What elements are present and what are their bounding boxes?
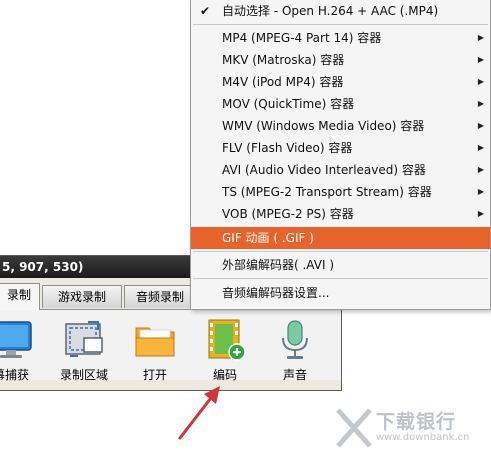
monitor-icon [0,321,32,358]
annotation-arrow-icon [178,386,220,440]
menu-item-label: MP4 (MPEG-4 Part 14) 容器 [222,31,382,45]
watermark-logo-icon [336,408,372,448]
menu-separator [193,278,488,279]
submenu-arrow-icon: ▶ [477,209,484,218]
menu-item-label: VOB (MPEG-2 PS) 容器 [222,207,354,221]
submenu-arrow-icon: ▶ [477,187,484,196]
tab-record[interactable]: 录制 [0,283,40,310]
menu-item-label: 自动选择 - Open H.264 + AAC (.MP4) [222,4,439,18]
menu-separator [193,24,488,25]
menu-item-label: TS (MPEG-2 Transport Stream) 容器 [222,185,432,199]
encode-label: 编码 [212,368,237,382]
submenu-arrow-icon: ▶ [477,77,484,86]
watermark: 下载银行 www.downbank.cn [334,404,491,452]
menu-item-gif[interactable]: GIF 动画 ( .GIF ) [191,227,490,249]
menu-item-audio-codec-settings[interactable]: 音频编解码器设置... [191,282,490,304]
submenu-arrow-icon: ▶ [477,33,484,42]
menu-item-label: M4V (iPod MP4) 容器 [222,75,344,89]
open-button[interactable]: 打开 [126,316,184,382]
menu-item-label: MOV (QuickTime) 容器 [222,97,355,111]
menu-item-auto-select[interactable]: ✔ 自动选择 - Open H.264 + AAC (.MP4) [191,0,490,22]
check-icon: ✔ [200,4,211,18]
submenu-arrow-icon: ▶ [477,143,484,152]
open-label: 打开 [142,368,167,382]
menu-item-flv[interactable]: FLV (Flash Video) 容器 ▶ [191,137,490,159]
menu-item-mp4[interactable]: MP4 (MPEG-4 Part 14) 容器 ▶ [191,27,490,49]
watermark-url: www.downbank.cn [376,432,470,443]
menu-item-mov[interactable]: MOV (QuickTime) 容器 ▶ [191,93,490,115]
menu-item-label: AVI (Audio Video Interleaved) 容器 [222,163,426,177]
menu-item-vob[interactable]: VOB (MPEG-2 PS) 容器 ▶ [191,203,490,225]
menu-item-m4v[interactable]: M4V (iPod MP4) 容器 ▶ [191,71,490,93]
microphone-icon [282,320,308,359]
region-select-icon [65,321,103,357]
sound-label: 声音 [282,368,307,382]
menu-item-wmv[interactable]: WMV (Windows Media Video) 容器 ▶ [191,115,490,137]
menu-separator [193,251,488,252]
submenu-arrow-icon: ▶ [477,165,484,174]
codec-context-menu: ✔ 自动选择 - Open H.264 + AAC (.MP4) MP4 (MP… [190,0,491,310]
watermark-name: 下载银行 [376,411,457,433]
record-region-label: 录制区域 [59,368,108,382]
toolbar: 幕捕获 录制区域 打开 [0,310,341,382]
menu-item-ts[interactable]: TS (MPEG-2 Transport Stream) 容器 ▶ [191,181,490,203]
screen-capture-label: 幕捕获 [0,368,29,382]
menu-item-external-codec[interactable]: 外部编解码器( .AVI ) [191,254,490,276]
menu-item-label: WMV (Windows Media Video) 容器 [222,119,425,133]
menu-item-label: MKV (Matroska) 容器 [222,53,345,67]
tab-audio-record[interactable]: 音频录制 [124,285,196,308]
menu-item-label: 外部编解码器( .AVI ) [222,258,334,272]
encode-button[interactable]: 编码 [196,316,254,382]
record-region-button[interactable]: 录制区域 [55,316,113,382]
submenu-arrow-icon: ▶ [477,55,484,64]
submenu-arrow-icon: ▶ [477,121,484,130]
menu-item-mkv[interactable]: MKV (Matroska) 容器 ▶ [191,49,490,71]
menu-item-label: 音频编解码器设置... [222,286,330,300]
submenu-arrow-icon: ▶ [477,99,484,108]
folder-icon [135,327,175,357]
menu-item-label: GIF 动画 ( .GIF ) [222,231,314,245]
screen-capture-button[interactable]: 幕捕获 [0,316,40,382]
tab-game-record[interactable]: 游戏录制 [42,285,122,308]
menu-item-avi[interactable]: AVI (Audio Video Interleaved) 容器 ▶ [191,159,490,181]
menu-item-label: FLV (Flash Video) 容器 [222,141,353,155]
film-plus-icon [208,319,246,361]
sound-button[interactable]: 声音 [266,316,324,382]
